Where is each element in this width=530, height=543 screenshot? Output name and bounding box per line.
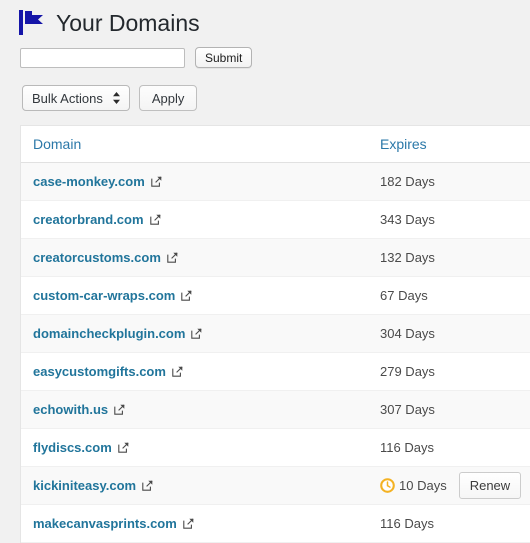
domain-link[interactable]: creatorbrand.com	[33, 212, 144, 227]
domain-link[interactable]: makecanvasprints.com	[33, 516, 177, 531]
expires-cell: 307 Days	[368, 390, 530, 429]
expires-cell: 10 Days Renew	[368, 466, 530, 505]
expires-value: 304 Days	[380, 326, 435, 341]
expires-content: 10 Days Renew	[380, 472, 530, 499]
table-row: domaincheckplugin.com 304 Days	[21, 314, 530, 353]
domain-cell: domaincheckplugin.com	[21, 314, 368, 353]
table-header-row: Domain Expires	[21, 126, 530, 163]
table-row: custom-car-wraps.com 67 Days	[21, 276, 530, 315]
bulk-actions-row: Bulk Actions Apply	[0, 68, 530, 111]
table-row: creatorcustoms.com 132 Days	[21, 238, 530, 277]
expires-value: 10 Days	[399, 478, 447, 493]
submit-button[interactable]: Submit	[195, 47, 253, 68]
external-link-icon[interactable]	[149, 214, 161, 225]
expires-content: 116 Days	[380, 516, 530, 531]
expires-value: 116 Days	[380, 440, 434, 455]
external-link-icon[interactable]	[172, 366, 183, 377]
apply-button[interactable]: Apply	[138, 85, 198, 111]
table-row: kickiniteasy.com 10 Days Renew	[21, 466, 530, 505]
expires-content: 67 Days	[380, 288, 530, 303]
expires-content: 132 Days	[380, 250, 530, 265]
expires-cell: 132 Days	[368, 238, 530, 277]
domain-cell: creatorcustoms.com	[21, 238, 368, 277]
expires-value: 343 Days	[380, 212, 435, 227]
table-row: creatorbrand.com 343 Days	[21, 200, 530, 239]
domain-link[interactable]: case-monkey.com	[33, 174, 145, 189]
expires-content: 279 Days	[380, 364, 530, 379]
column-header-domain[interactable]: Domain	[21, 126, 368, 163]
expires-cell: 343 Days	[368, 200, 530, 239]
domain-cell: creatorbrand.com	[21, 200, 368, 239]
domain-link[interactable]: echowith.us	[33, 402, 108, 417]
column-header-expires[interactable]: Expires	[368, 126, 530, 163]
expires-content: 343 Days	[380, 212, 530, 227]
external-link-icon[interactable]	[183, 518, 194, 529]
expires-value: 132 Days	[380, 250, 435, 265]
domain-cell: echowith.us	[21, 390, 368, 429]
domain-cell: easycustomgifts.com	[21, 352, 368, 391]
domain-link[interactable]: custom-car-wraps.com	[33, 288, 175, 303]
domain-cell: custom-car-wraps.com	[21, 276, 368, 315]
expires-cell: 182 Days	[368, 162, 530, 201]
search-input[interactable]	[20, 47, 185, 68]
domain-link[interactable]: easycustomgifts.com	[33, 364, 166, 379]
table-row: case-monkey.com 182 Days	[21, 162, 530, 201]
table-row: easycustomgifts.com 279 Days	[21, 352, 530, 391]
expires-value: 279 Days	[380, 364, 435, 379]
domain-cell: case-monkey.com	[21, 162, 368, 201]
domain-link[interactable]: domaincheckplugin.com	[33, 326, 185, 341]
bulk-actions-selected-label: Bulk Actions	[32, 90, 103, 106]
external-link-icon[interactable]	[191, 328, 203, 339]
domain-link[interactable]: flydiscs.com	[33, 440, 112, 455]
table-row: echowith.us 307 Days	[21, 390, 530, 429]
expires-value: 116 Days	[380, 516, 434, 531]
expires-cell: 116 Days	[368, 428, 530, 467]
domain-link[interactable]: creatorcustoms.com	[33, 250, 161, 265]
external-link-icon[interactable]	[181, 290, 192, 301]
domains-table-wrapper: Domain Expires case-monkey.com 182 Days cr…	[20, 125, 530, 543]
expires-content: 307 Days	[380, 402, 530, 417]
expires-value: 307 Days	[380, 402, 435, 417]
renew-button[interactable]: Renew	[458, 472, 522, 499]
page-title: Your Domains	[56, 9, 200, 36]
table-row: flydiscs.com 116 Days	[21, 428, 530, 467]
updown-stepper-icon	[112, 92, 120, 104]
external-link-icon[interactable]	[142, 480, 153, 491]
expires-value: 182 Days	[380, 174, 435, 189]
expires-value: 67 Days	[380, 288, 428, 303]
external-link-icon[interactable]	[151, 176, 162, 187]
flag-icon	[19, 9, 43, 35]
external-link-icon[interactable]	[118, 442, 129, 453]
domain-cell: kickiniteasy.com	[21, 466, 368, 505]
table-row: makecanvasprints.com 116 Days	[21, 504, 530, 543]
bulk-actions-select[interactable]: Bulk Actions	[22, 85, 130, 111]
external-link-icon[interactable]	[167, 252, 178, 263]
expires-content: 304 Days	[380, 326, 530, 341]
table-body: case-monkey.com 182 Days creatorbrand.com 3…	[21, 162, 530, 543]
domain-cell: makecanvasprints.com	[21, 504, 368, 543]
expires-cell: 279 Days	[368, 352, 530, 391]
expires-cell: 67 Days	[368, 276, 530, 315]
domains-table: Domain Expires case-monkey.com 182 Days cr…	[21, 126, 530, 543]
page-header: Your Domains	[0, 0, 530, 38]
domain-link[interactable]: kickiniteasy.com	[33, 478, 136, 493]
clock-icon	[380, 478, 395, 493]
external-link-icon[interactable]	[114, 404, 125, 415]
expires-content: 116 Days	[380, 440, 530, 455]
expires-content: 182 Days	[380, 174, 530, 189]
search-form: Submit	[0, 38, 530, 68]
table-head: Domain Expires	[21, 126, 530, 163]
expires-cell: 304 Days	[368, 314, 530, 353]
domain-cell: flydiscs.com	[21, 428, 368, 467]
expires-cell: 116 Days	[368, 504, 530, 543]
